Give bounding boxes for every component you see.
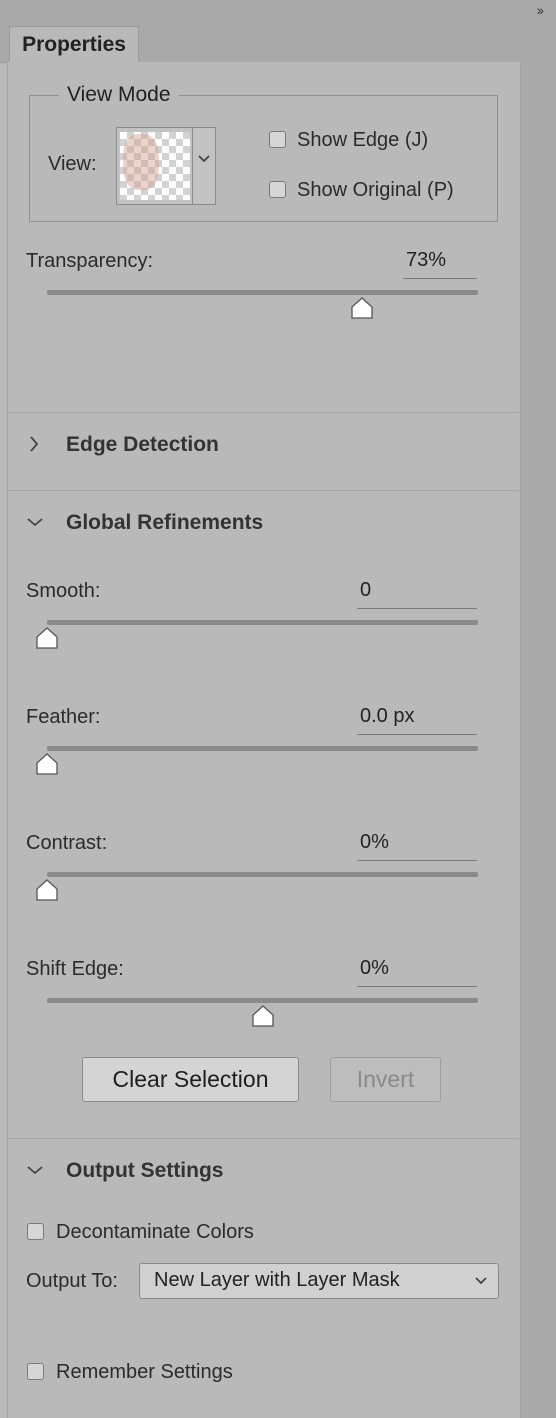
transparency-slider-track[interactable] xyxy=(47,290,478,295)
show-original-label[interactable]: Show Original (P) xyxy=(297,179,454,202)
output-to-label: Output To: xyxy=(26,1270,118,1292)
show-original-checkbox[interactable] xyxy=(269,181,286,198)
contrast-value-field[interactable]: 0% xyxy=(357,831,477,861)
output-to-value: New Layer with Layer Mask xyxy=(154,1269,400,1291)
smooth-value-field[interactable]: 0 xyxy=(357,579,477,609)
scrollbar-gutter[interactable] xyxy=(520,62,556,1418)
feather-value-field[interactable]: 0.0 px xyxy=(357,705,477,735)
smooth-label: Smooth: xyxy=(26,580,101,602)
chevron-down-icon[interactable] xyxy=(26,516,44,528)
shift-edge-value-field[interactable]: 0% xyxy=(357,957,477,987)
view-mode-group xyxy=(29,95,498,222)
remember-settings-checkbox[interactable] xyxy=(27,1363,44,1380)
tab-properties[interactable]: Properties xyxy=(9,26,139,63)
edge-detection-header[interactable]: Edge Detection xyxy=(66,433,219,457)
global-refinements-header[interactable]: Global Refinements xyxy=(66,511,263,535)
output-to-select[interactable]: New Layer with Layer Mask xyxy=(139,1263,499,1299)
transparency-value-field[interactable]: 73% xyxy=(403,249,477,279)
contrast-slider-handle[interactable] xyxy=(35,879,59,901)
feather-slider-track[interactable] xyxy=(47,746,478,751)
shift-edge-label: Shift Edge: xyxy=(26,958,124,980)
dropdown-separator xyxy=(192,128,193,204)
section-divider xyxy=(7,490,519,491)
output-settings-header[interactable]: Output Settings xyxy=(66,1159,223,1183)
transparency-label: Transparency: xyxy=(26,250,154,272)
chevron-down-icon xyxy=(198,155,210,163)
clear-selection-button[interactable]: Clear Selection xyxy=(82,1057,299,1102)
section-divider xyxy=(7,412,519,413)
section-divider xyxy=(7,1138,519,1139)
view-label: View: xyxy=(48,153,97,175)
transparency-slider-handle[interactable] xyxy=(350,297,374,319)
view-mode-legend: View Mode xyxy=(59,83,179,107)
feather-label: Feather: xyxy=(26,706,101,728)
invert-button[interactable]: Invert xyxy=(330,1057,441,1102)
view-mode-thumbnail-subject xyxy=(123,134,159,190)
panel-title-bar xyxy=(0,0,556,26)
chevron-down-icon[interactable] xyxy=(26,1164,44,1176)
double-chevron-right-icon[interactable]: ›› xyxy=(537,2,544,18)
smooth-slider-track[interactable] xyxy=(47,620,478,625)
feather-slider-handle[interactable] xyxy=(35,753,59,775)
view-mode-dropdown[interactable] xyxy=(116,127,216,205)
chevron-right-icon[interactable] xyxy=(28,435,40,453)
contrast-slider-track[interactable] xyxy=(47,872,478,877)
show-edge-label[interactable]: Show Edge (J) xyxy=(297,129,428,152)
decontaminate-colors-label[interactable]: Decontaminate Colors xyxy=(56,1221,254,1244)
remember-settings-label[interactable]: Remember Settings xyxy=(56,1361,233,1384)
shift-edge-slider-handle[interactable] xyxy=(251,1005,275,1027)
smooth-slider-handle[interactable] xyxy=(35,627,59,649)
contrast-label: Contrast: xyxy=(26,832,108,854)
decontaminate-colors-checkbox[interactable] xyxy=(27,1223,44,1240)
chevron-down-icon xyxy=(475,1277,487,1285)
shift-edge-slider-track[interactable] xyxy=(47,998,478,1003)
show-edge-checkbox[interactable] xyxy=(269,131,286,148)
